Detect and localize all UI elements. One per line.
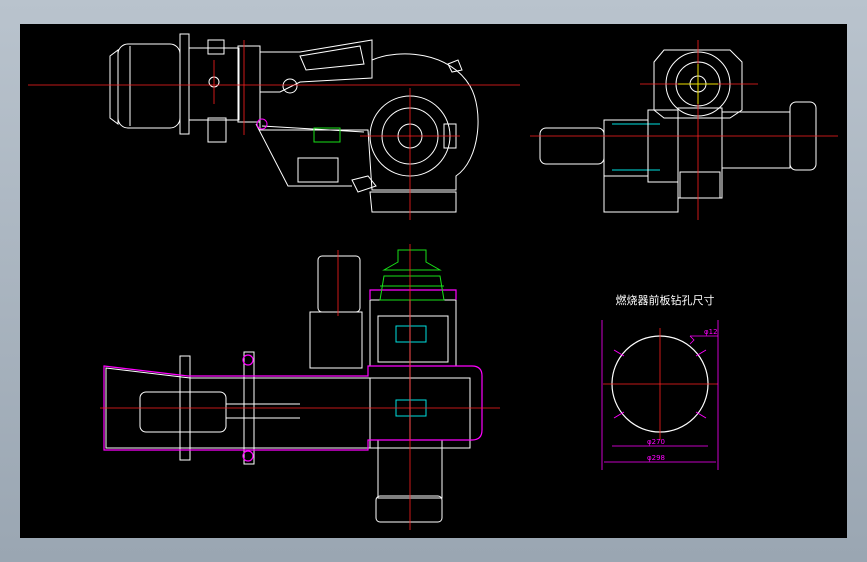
cad-drawing-area: 燃烧器前板钻孔尺寸 φ12 φ270 φ298 [20, 24, 847, 538]
section-top-fitting [379, 249, 445, 301]
section-cyan-parts [395, 325, 427, 417]
dim-inner-circle: φ270 [647, 438, 665, 446]
end-view-accents [678, 64, 718, 104]
dim-outer-circle: φ298 [647, 454, 665, 462]
drill-diagram: 燃烧器前板钻孔尺寸 φ12 φ270 φ298 [601, 293, 719, 470]
cad-drawing: 燃烧器前板钻孔尺寸 φ12 φ270 φ298 [28, 33, 838, 530]
section-centerlines [100, 244, 500, 530]
end-view [539, 49, 817, 213]
side-view [109, 33, 479, 213]
dim-small-hole: φ12 [704, 328, 718, 336]
drill-note-title: 燃烧器前板钻孔尺寸 [616, 293, 715, 307]
section-view [105, 255, 471, 523]
